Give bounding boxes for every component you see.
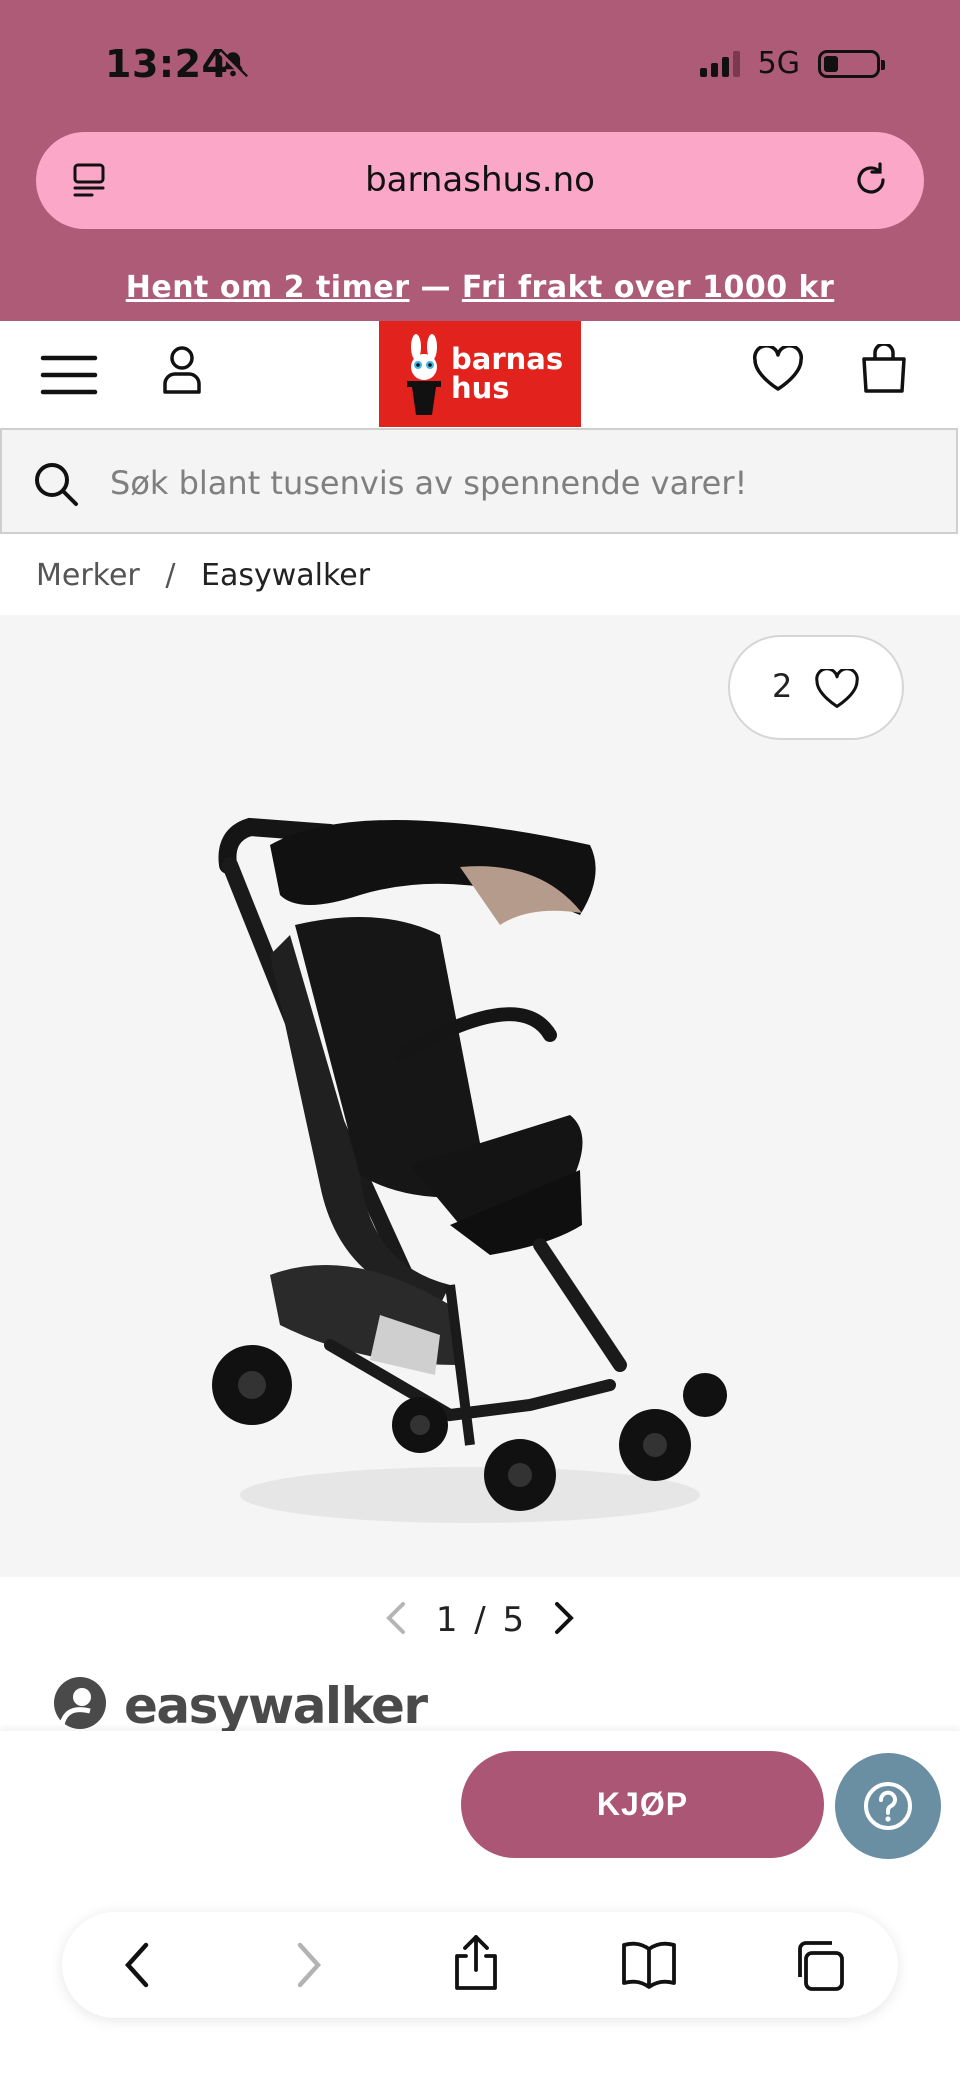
breadcrumb: Merker / Easywalker: [36, 558, 370, 593]
promo-banner: Hent om 2 timer — Fri frakt over 1000 kr: [0, 270, 960, 305]
search-input[interactable]: Søk blant tusenvis av spennende varer!: [110, 464, 747, 502]
forward-button[interactable]: [288, 1939, 328, 1995]
tabs-icon: [798, 1941, 844, 1991]
back-arrow-icon: [124, 1942, 149, 1988]
tabs-button[interactable]: [792, 1939, 846, 1997]
account-button[interactable]: [159, 344, 205, 399]
battery-icon: [818, 49, 885, 78]
favorite-count: 2: [772, 667, 793, 705]
bell-muted-icon: [216, 48, 250, 86]
status-time: 13:24: [105, 42, 229, 86]
heart-icon: [752, 344, 804, 391]
breadcrumb-separator: /: [165, 558, 176, 593]
bunny-logo-icon: [401, 333, 447, 421]
site-logo[interactable]: barnas hus: [379, 321, 581, 427]
menu-button[interactable]: [40, 352, 98, 401]
help-button[interactable]: [835, 1753, 941, 1859]
hamburger-icon: [40, 355, 98, 395]
chevron-right-icon: [555, 1602, 574, 1634]
product-image-gallery[interactable]: [0, 615, 960, 1577]
status-indicators: 5G: [699, 46, 885, 81]
wishlist-button[interactable]: [752, 344, 804, 395]
favorite-count-button[interactable]: 2: [728, 635, 904, 740]
pager-separator: /: [474, 1600, 486, 1640]
url-text[interactable]: barnashus.no: [36, 160, 924, 200]
help-icon: [864, 1782, 912, 1830]
back-button[interactable]: [118, 1939, 158, 1995]
pager-current: 1: [435, 1600, 458, 1640]
forward-arrow-icon: [297, 1942, 322, 1988]
breadcrumb-current: Easywalker: [200, 558, 371, 593]
chevron-left-icon: [386, 1602, 405, 1634]
promo-separator: —: [409, 270, 462, 305]
cart-button[interactable]: [860, 342, 908, 397]
share-icon: [455, 1935, 497, 1990]
promo-pickup-link[interactable]: Hent om 2 timer: [126, 270, 410, 305]
brand-logo[interactable]: easywalker: [52, 1675, 428, 1735]
browser-toolbar: [62, 1912, 898, 2018]
bookmarks-button[interactable]: [620, 1939, 678, 1995]
reload-icon[interactable]: [850, 158, 892, 204]
network-label: 5G: [757, 46, 800, 81]
stroller-image: [212, 817, 727, 1523]
cellular-signal-icon: [699, 50, 740, 77]
share-button[interactable]: [451, 1934, 501, 1996]
easywalker-logo-icon: [54, 1677, 106, 1729]
image-pager: 1 / 5: [0, 1600, 960, 1640]
heart-icon: [815, 669, 859, 708]
breadcrumb-root[interactable]: Merker: [36, 558, 140, 593]
buy-button[interactable]: KJØP: [461, 1751, 824, 1858]
pager-prev-button[interactable]: [385, 1600, 418, 1640]
pager-next-button[interactable]: [553, 1600, 575, 1640]
address-bar[interactable]: barnashus.no: [36, 132, 924, 229]
shopping-bag-icon: [862, 342, 906, 393]
user-icon: [163, 346, 201, 394]
logo-text: barnas hus: [451, 345, 563, 403]
brand-name: easywalker: [124, 1677, 428, 1735]
pager-total: 5: [502, 1600, 525, 1640]
search-icon[interactable]: [32, 460, 80, 512]
logo-line1: barnas: [451, 342, 564, 376]
promo-shipping-link[interactable]: Fri frakt over 1000 kr: [462, 270, 834, 305]
search-bar[interactable]: Søk blant tusenvis av spennende varer!: [0, 428, 958, 534]
book-icon: [622, 1941, 676, 1989]
logo-line2: hus: [451, 371, 510, 405]
